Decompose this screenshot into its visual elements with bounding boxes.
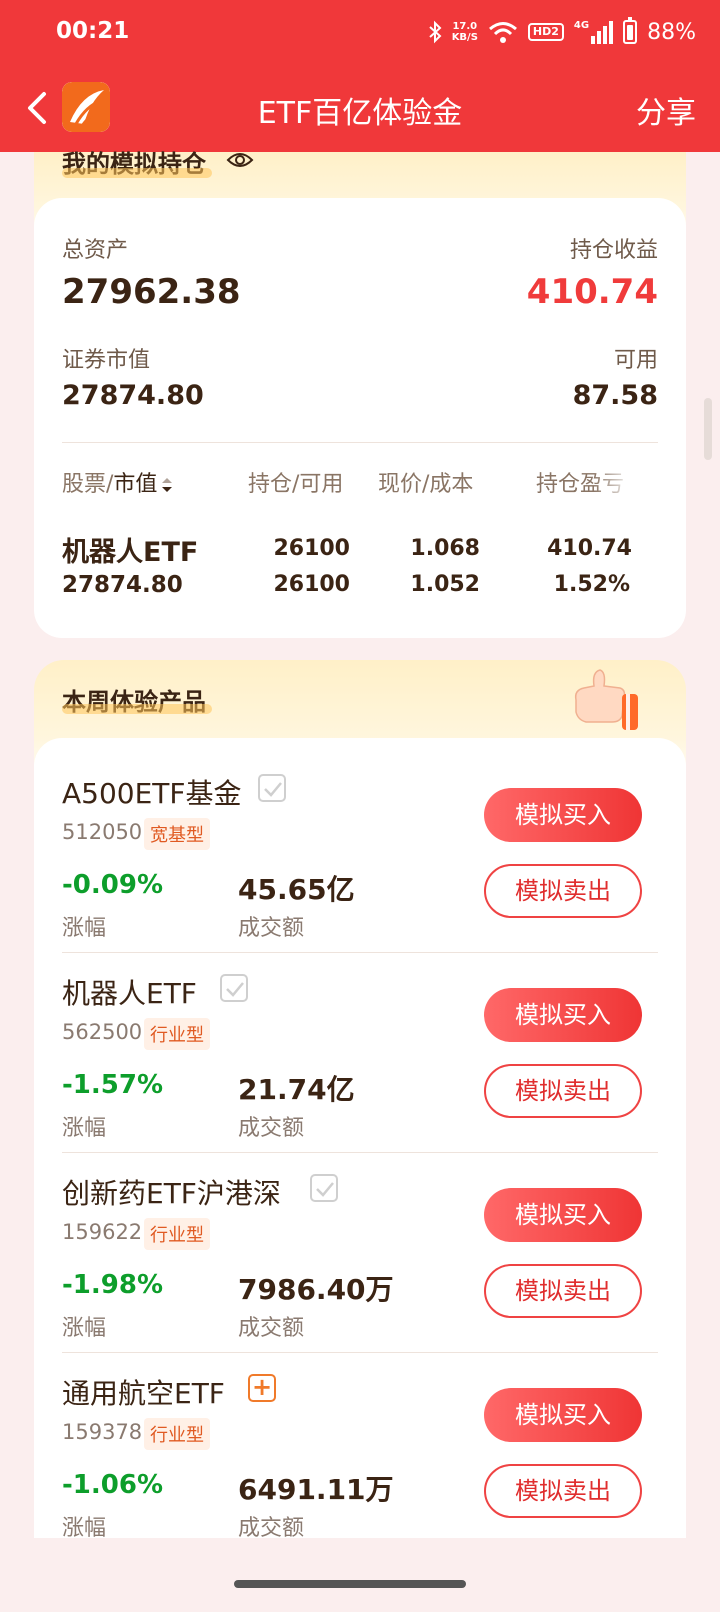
volume-label: 成交额 <box>238 1316 305 1341</box>
products-title-underline <box>62 704 212 714</box>
product-volume: 6491.11万 <box>238 1473 394 1506</box>
column-position: 持仓/可用 <box>248 472 344 497</box>
product-tag: 行业型 <box>144 1218 210 1250</box>
product-change: -1.57% <box>62 1070 163 1100</box>
holding-cost: 1.052 <box>410 572 480 597</box>
product-tag: 行业型 <box>144 1018 210 1050</box>
signal-icon: 4G <box>573 20 614 44</box>
holding-price: 1.068 <box>410 536 480 561</box>
product-code: 159378 <box>62 1420 143 1444</box>
net-speed: 17.0 KB/S <box>452 21 478 43</box>
nav-bar: ETF百亿体验金 分享 <box>0 64 720 152</box>
holdings-title-underline <box>62 168 212 178</box>
simulate-sell-button[interactable]: 模拟卖出 <box>484 1264 642 1318</box>
checkbox-checked-icon[interactable] <box>310 1174 338 1202</box>
page-title: ETF百亿体验金 <box>257 96 463 131</box>
simulate-buy-button[interactable]: 模拟买入 <box>484 1388 642 1442</box>
change-label: 涨幅 <box>62 1116 107 1141</box>
volume-label: 成交额 <box>238 1116 305 1141</box>
thumbs-up-icon <box>574 669 638 730</box>
battery-percent: 88% <box>647 19 696 45</box>
product-code: 512050 <box>62 820 143 844</box>
change-label: 涨幅 <box>62 1316 107 1341</box>
holding-pnl: 410.74 <box>547 536 632 561</box>
home-indicator[interactable] <box>234 1580 466 1588</box>
bluetooth-icon <box>429 20 442 44</box>
holding-name: 机器人ETF <box>62 537 199 568</box>
product-name: 机器人ETF <box>62 977 197 1010</box>
change-label: 涨幅 <box>62 1516 107 1541</box>
product-item[interactable]: 创新药ETF沪港深 159622 行业型 -1.98% 涨幅 7986.40万 … <box>34 1152 686 1352</box>
network-type: 4G <box>573 20 590 31</box>
product-name: 通用航空ETF <box>62 1377 225 1410</box>
column-price: 现价/成本 <box>378 472 474 497</box>
net-speed-value: 17.0 <box>452 21 478 32</box>
product-tag: 宽基型 <box>144 818 210 850</box>
status-time: 00:21 <box>56 18 130 44</box>
total-assets-label: 总资产 <box>62 238 129 263</box>
product-change: -0.09% <box>62 870 163 900</box>
volume-label: 成交额 <box>238 1516 305 1541</box>
scrollbar-thumb[interactable] <box>704 398 712 460</box>
product-change: -1.98% <box>62 1270 163 1300</box>
eye-icon[interactable] <box>226 150 254 170</box>
column-stock-label: 股票/ <box>62 472 114 497</box>
holdings-divider <box>62 442 658 443</box>
product-code: 159622 <box>62 1220 143 1244</box>
status-icons: 17.0 KB/S HD2 4G 88% <box>428 14 696 50</box>
battery-icon <box>623 17 638 44</box>
holding-row[interactable]: 机器人ETF 27874.80 26100 26100 1.068 1.052 … <box>34 524 686 604</box>
hd-icon: HD2 <box>527 23 564 41</box>
wifi-icon <box>488 22 517 43</box>
product-volume: 7986.40万 <box>238 1273 394 1306</box>
add-icon[interactable]: + <box>248 1374 276 1402</box>
product-volume: 45.65亿 <box>238 873 355 906</box>
position-profit-label: 持仓收益 <box>569 238 658 263</box>
column-stock-market-value[interactable]: 股票/市值 <box>62 466 173 498</box>
product-code: 562500 <box>62 1020 143 1044</box>
securities-value: 27874.80 <box>62 380 204 411</box>
change-label: 涨幅 <box>62 916 107 941</box>
volume-label: 成交额 <box>238 916 305 941</box>
holdings-card: 总资产 27962.38 持仓收益 410.74 证券市值 27874.80 可… <box>34 198 686 638</box>
simulate-buy-button[interactable]: 模拟买入 <box>484 1188 642 1242</box>
product-name: A500ETF基金 <box>62 777 242 810</box>
product-item[interactable]: A500ETF基金 512050 宽基型 -0.09% 涨幅 45.65亿 成交… <box>34 738 686 952</box>
holding-market-value: 27874.80 <box>62 572 183 598</box>
total-assets-value: 27962.38 <box>62 272 241 312</box>
share-button[interactable]: 分享 <box>636 88 696 132</box>
column-market-value-label: 市值 <box>113 472 158 497</box>
simulate-buy-button[interactable]: 模拟买入 <box>484 788 642 842</box>
product-name: 创新药ETF沪港深 <box>62 1177 281 1210</box>
product-item[interactable]: 机器人ETF 562500 行业型 -1.57% 涨幅 21.74亿 成交额 模… <box>34 952 686 1152</box>
available-label: 可用 <box>613 348 658 373</box>
securities-value-label: 证券市值 <box>62 348 151 373</box>
checkbox-checked-icon[interactable] <box>220 974 248 1002</box>
simulate-buy-button[interactable]: 模拟买入 <box>484 988 642 1042</box>
product-item[interactable]: 通用航空ETF + 159378 行业型 -1.06% 涨幅 6491.11万 … <box>34 1352 686 1541</box>
position-profit-value: 410.74 <box>526 272 658 312</box>
holding-available: 26100 <box>273 572 350 597</box>
net-speed-unit: KB/S <box>451 32 478 43</box>
holding-pnl-pct: 1.52% <box>553 572 630 597</box>
product-volume: 21.74亿 <box>238 1073 355 1106</box>
available-value: 87.58 <box>572 380 658 411</box>
checkbox-checked-icon[interactable] <box>258 774 286 802</box>
product-tag: 行业型 <box>144 1418 210 1450</box>
column-pnl-fade <box>594 462 634 498</box>
products-card: A500ETF基金 512050 宽基型 -0.09% 涨幅 45.65亿 成交… <box>34 738 686 1541</box>
simulate-sell-button[interactable]: 模拟卖出 <box>484 1064 642 1118</box>
simulate-sell-button[interactable]: 模拟卖出 <box>484 864 642 918</box>
sort-icon[interactable] <box>161 476 173 494</box>
simulate-sell-button[interactable]: 模拟卖出 <box>484 1464 642 1518</box>
product-change: -1.06% <box>62 1470 163 1500</box>
status-bar: 00:21 17.0 KB/S HD2 4G 88% <box>0 0 720 64</box>
holding-position: 26100 <box>273 536 350 561</box>
